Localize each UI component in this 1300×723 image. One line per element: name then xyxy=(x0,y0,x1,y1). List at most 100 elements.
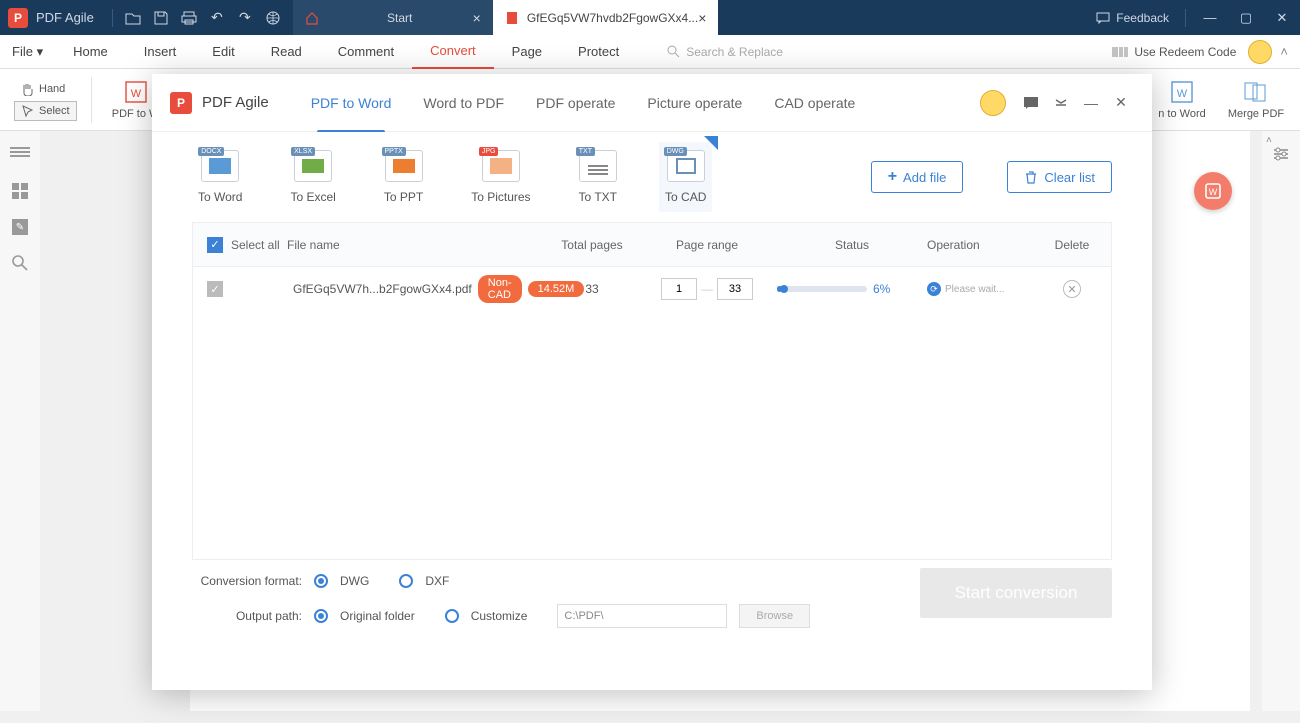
radio-dwg[interactable] xyxy=(314,574,328,588)
user-avatar[interactable] xyxy=(980,90,1006,116)
table-header: ✓Select all File name Total pages Page r… xyxy=(193,223,1111,267)
globe-icon[interactable] xyxy=(259,0,287,35)
minimize-button[interactable]: — xyxy=(1192,0,1228,35)
floating-action-button[interactable]: W xyxy=(1194,172,1232,210)
close-icon[interactable]: ✕ xyxy=(1108,90,1134,116)
row-checkbox[interactable]: ✓ xyxy=(207,281,223,297)
feedback-button[interactable]: Feedback xyxy=(1086,11,1179,25)
output-path-input[interactable] xyxy=(557,604,727,628)
range-to-input[interactable] xyxy=(717,278,753,300)
loading-icon: ⟳ xyxy=(927,282,941,296)
path-label: Output path: xyxy=(192,609,302,623)
grid-icon[interactable] xyxy=(12,183,28,199)
menu-convert[interactable]: Convert xyxy=(412,35,494,69)
menu-bar: File ▾ Home Insert Edit Read Comment Con… xyxy=(0,35,1300,69)
col-total-pages: Total pages xyxy=(547,238,637,252)
save-icon[interactable] xyxy=(147,0,175,35)
file-name: GfEGq5VW7h...b2FgowGXx4.pdf xyxy=(293,282,472,296)
format-to-cad[interactable]: DWGTo CAD xyxy=(659,142,712,212)
settings-icon[interactable] xyxy=(1272,145,1290,163)
cursor-icon xyxy=(21,104,35,118)
merge-pdf-button[interactable]: Merge PDF xyxy=(1226,79,1286,120)
title-bar: P PDF Agile ↶ ↷ Start × GfEGq5VW7hvdb2Fg… xyxy=(0,0,1300,35)
dialog-tab-pdf-to-word[interactable]: PDF to Word xyxy=(295,74,408,132)
pdf-icon xyxy=(505,11,519,25)
menu-page[interactable]: Page xyxy=(494,35,560,69)
tab-start[interactable]: Start × xyxy=(293,0,493,35)
user-avatar[interactable] xyxy=(1248,40,1272,64)
collapse-icon[interactable] xyxy=(1048,90,1074,116)
select-all-checkbox[interactable]: ✓ xyxy=(207,237,223,253)
chevron-up-icon[interactable]: ˄ xyxy=(1266,135,1272,146)
open-icon[interactable] xyxy=(119,0,147,35)
trash-icon xyxy=(1024,170,1038,184)
word-icon: W xyxy=(123,79,149,105)
scan-to-word-button[interactable]: Wn to Word xyxy=(1152,79,1212,120)
dialog-header: P PDF Agile PDF to Word Word to PDF PDF … xyxy=(152,74,1152,132)
operation-text: Please wait... xyxy=(945,284,1004,295)
tab-document[interactable]: GfEGq5VW7hvdb2FgowGXx4... × xyxy=(493,0,719,35)
dialog-tab-pdf-operate[interactable]: PDF operate xyxy=(520,74,631,132)
format-to-pictures[interactable]: JPGTo Pictures xyxy=(465,142,536,212)
svg-text:W: W xyxy=(1209,187,1218,197)
note-icon[interactable]: ✎ xyxy=(12,219,28,235)
close-icon[interactable]: × xyxy=(698,10,706,26)
browse-button[interactable]: Browse xyxy=(739,604,810,628)
search-field[interactable]: Search & Replace xyxy=(667,45,783,59)
start-conversion-button[interactable]: Start conversion xyxy=(920,568,1112,618)
table-row: ✓ GfEGq5VW7h...b2FgowGXx4.pdf Non-CAD 14… xyxy=(193,267,1111,311)
range-from-input[interactable] xyxy=(661,278,697,300)
menu-insert[interactable]: Insert xyxy=(126,35,195,69)
chat-icon[interactable] xyxy=(1018,90,1044,116)
redo-icon[interactable]: ↷ xyxy=(231,0,259,35)
clear-list-button[interactable]: Clear list xyxy=(1007,161,1112,193)
close-button[interactable]: ✕ xyxy=(1264,0,1300,35)
radio-dxf[interactable] xyxy=(399,574,413,588)
app-name: PDF Agile xyxy=(36,10,94,25)
format-to-word[interactable]: DOCXTo Word xyxy=(192,142,248,212)
radio-customize[interactable] xyxy=(445,609,459,623)
hand-tool[interactable]: Hand xyxy=(14,79,77,99)
total-pages: 33 xyxy=(547,282,637,296)
dialog-tab-picture-operate[interactable]: Picture operate xyxy=(631,74,758,132)
format-to-excel[interactable]: XLSXTo Excel xyxy=(284,142,341,212)
minimize-icon[interactable]: — xyxy=(1078,90,1104,116)
tool-mode: Hand Select xyxy=(14,79,77,121)
format-to-txt[interactable]: TXTTo TXT xyxy=(573,142,623,212)
tab-label: Start xyxy=(327,11,473,25)
format-to-ppt[interactable]: PPTXTo PPT xyxy=(378,142,429,212)
col-page-range: Page range xyxy=(637,238,777,252)
left-sidebar: ✎ xyxy=(0,131,40,711)
chevron-up-icon[interactable]: ˄ xyxy=(1280,44,1288,59)
close-icon[interactable]: × xyxy=(473,10,481,26)
search-icon xyxy=(667,45,680,58)
add-file-button[interactable]: +Add file xyxy=(871,161,964,193)
select-tool[interactable]: Select xyxy=(14,101,77,121)
menu-comment[interactable]: Comment xyxy=(320,35,412,69)
dialog-tab-cad-operate[interactable]: CAD operate xyxy=(758,74,871,132)
dialog-tab-word-to-pdf[interactable]: Word to PDF xyxy=(407,74,520,132)
col-file-name: File name xyxy=(287,238,547,252)
redeem-button[interactable]: Use Redeem Code xyxy=(1112,45,1236,59)
right-sidebar: ˄ xyxy=(1262,131,1300,711)
plus-icon: + xyxy=(888,168,897,186)
menu-protect[interactable]: Protect xyxy=(560,35,637,69)
menu-read[interactable]: Read xyxy=(253,35,320,69)
list-icon[interactable] xyxy=(10,147,30,163)
separator xyxy=(1185,9,1186,27)
menu-edit[interactable]: Edit xyxy=(194,35,252,69)
radio-original-folder[interactable] xyxy=(314,609,328,623)
app-logo-icon: P xyxy=(8,8,28,28)
delete-row-button[interactable]: ✕ xyxy=(1063,280,1081,298)
search-panel-icon[interactable] xyxy=(12,255,28,271)
format-row: DOCXTo Word XLSXTo Excel PPTXTo PPT JPGT… xyxy=(152,132,1152,222)
menu-file[interactable]: File ▾ xyxy=(0,35,55,69)
print-icon[interactable] xyxy=(175,0,203,35)
svg-text:W: W xyxy=(130,88,141,100)
undo-icon[interactable]: ↶ xyxy=(203,0,231,35)
menu-home[interactable]: Home xyxy=(55,35,126,69)
svg-text:W: W xyxy=(1177,88,1188,100)
file-table: ✓Select all File name Total pages Page r… xyxy=(192,222,1112,560)
maximize-button[interactable]: ▢ xyxy=(1228,0,1264,35)
merge-icon xyxy=(1243,79,1269,105)
